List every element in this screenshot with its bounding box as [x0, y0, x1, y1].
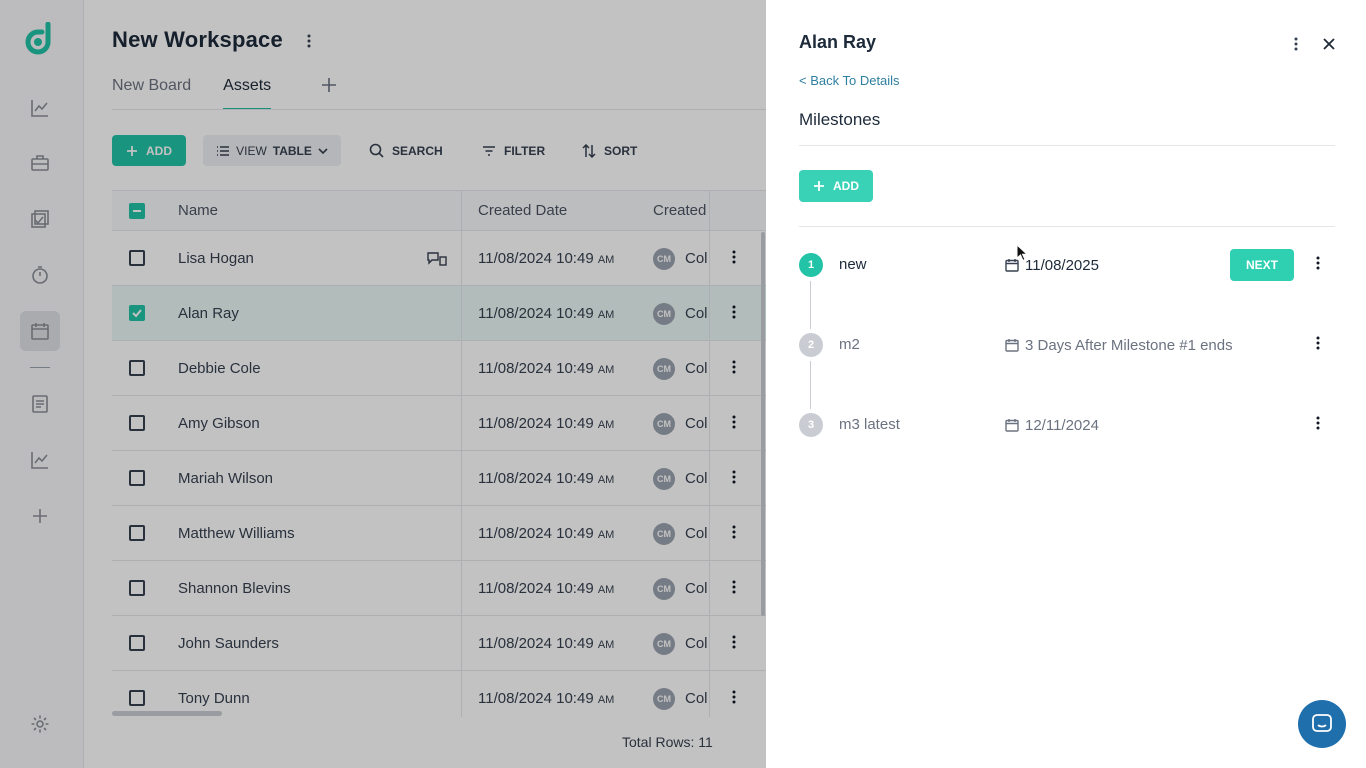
- next-button[interactable]: NEXT: [1230, 249, 1294, 281]
- milestone-date-text: 11/08/2025: [1025, 256, 1099, 274]
- milestone-connector: [810, 361, 811, 409]
- milestone-connector: [810, 281, 811, 329]
- milestone-item[interactable]: 3 m3 latest 12/11/2024: [799, 409, 1335, 441]
- milestone-number: 3: [799, 413, 823, 437]
- chat-support-button[interactable]: [1298, 700, 1346, 748]
- plus-icon: [813, 180, 825, 192]
- milestone-name: m2: [839, 336, 860, 353]
- milestone-name: m3 latest: [839, 416, 900, 433]
- drawer-title: Alan Ray: [799, 32, 877, 52]
- milestone-number: 2: [799, 333, 823, 357]
- milestone-date-text: 12/11/2024: [1025, 416, 1099, 434]
- chat-icon: [1311, 713, 1333, 735]
- milestone-date-text: 3 Days After Milestone #1 ends: [1025, 336, 1233, 354]
- milestone-item[interactable]: 1 new 11/08/2025 NEXT: [799, 249, 1335, 281]
- milestones-heading: Milestones: [799, 110, 881, 129]
- milestone-item[interactable]: 2 m2 3 Days After Milestone #1 ends: [799, 329, 1335, 361]
- modal-overlay[interactable]: [0, 0, 766, 768]
- calendar-icon: [1005, 418, 1019, 432]
- details-drawer: Alan Ray < Back To Details Milestones AD…: [766, 0, 1366, 768]
- milestone-name: new: [839, 256, 867, 273]
- divider: [799, 226, 1335, 227]
- drawer-menu-icon[interactable]: [1288, 34, 1304, 54]
- calendar-icon: [1005, 338, 1019, 352]
- back-to-details-link[interactable]: < Back To Details: [799, 73, 900, 88]
- more-options-icon[interactable]: [1310, 256, 1326, 274]
- add-milestone-button[interactable]: ADD: [799, 170, 873, 202]
- close-icon[interactable]: [1320, 34, 1338, 54]
- more-options-icon[interactable]: [1310, 336, 1326, 354]
- more-options-icon[interactable]: [1310, 416, 1326, 434]
- mouse-cursor-icon: [1016, 244, 1028, 262]
- milestone-date: 3 Days After Milestone #1 ends: [1005, 329, 1233, 361]
- add-milestone-label: ADD: [833, 179, 859, 193]
- milestone-date: 12/11/2024: [1005, 409, 1099, 441]
- milestone-number: 1: [799, 253, 823, 277]
- divider: [799, 145, 1335, 146]
